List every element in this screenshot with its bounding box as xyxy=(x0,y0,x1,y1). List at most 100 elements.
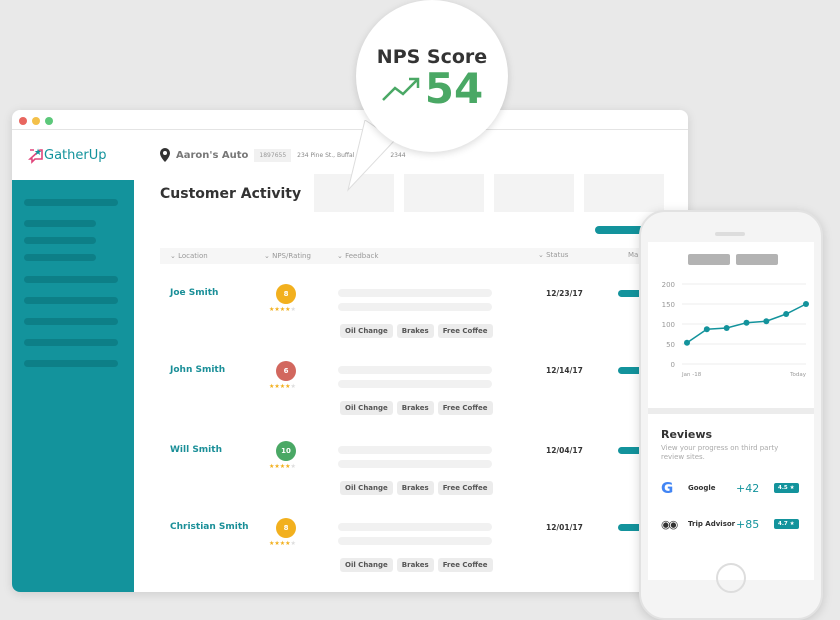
site-delta: +42 xyxy=(736,481,760,495)
column-location[interactable]: ⌄ Location xyxy=(170,252,208,260)
tag[interactable]: Oil Change xyxy=(340,558,393,572)
feedback-line xyxy=(338,537,492,545)
column-status[interactable]: ⌄ Status xyxy=(538,251,568,259)
site-rating: 4.5 ★ xyxy=(774,483,799,493)
maximize-button[interactable] xyxy=(45,117,53,125)
data-point xyxy=(703,326,710,333)
x-label-end: Today xyxy=(789,372,807,378)
tag[interactable]: Free Coffee xyxy=(437,558,493,572)
review-site-tripadvisor[interactable]: ◉◉ Trip Advisor +85 4.7 ★ xyxy=(661,512,806,536)
feedback-line xyxy=(338,289,492,297)
sidebar-item[interactable] xyxy=(24,199,118,206)
stat-card xyxy=(584,174,664,212)
star-rating: ★★★★★ xyxy=(269,306,296,313)
data-point xyxy=(803,301,809,307)
table-row[interactable]: Will Smith 10 ★★★★★ Oil Change Brakes Free… xyxy=(160,439,688,499)
column-nps[interactable]: ⌄ NPS/Rating xyxy=(264,252,311,260)
logo-text: GatherUp xyxy=(44,147,107,163)
home-button[interactable] xyxy=(716,563,746,593)
review-site-google[interactable]: G Google +42 4.5 ★ xyxy=(661,476,806,500)
feedback-tags: Oil Change Brakes Free Coffee xyxy=(340,395,497,415)
reviews-subtitle: View your progress on third party review… xyxy=(661,444,779,461)
status-date: 12/23/17 xyxy=(546,289,583,298)
star-rating: ★★★★★ xyxy=(269,383,296,390)
business-id: 1897655 xyxy=(254,148,292,162)
customer-name[interactable]: Will Smith xyxy=(170,445,222,455)
tag[interactable]: Oil Change xyxy=(340,401,393,415)
tag[interactable]: Brakes xyxy=(396,401,434,415)
star-rating: ★★★★★ xyxy=(269,463,296,470)
y-tick-label: 50 xyxy=(666,341,675,349)
feedback-line xyxy=(338,446,492,454)
placeholder-tab[interactable] xyxy=(688,254,730,265)
chart-card: 0 50 100 150 200 Jan -18 Today xyxy=(648,242,814,408)
tag[interactable]: Brakes xyxy=(396,324,434,338)
logo[interactable]: ★ GatherUp xyxy=(28,146,107,164)
placeholder-tab[interactable] xyxy=(736,254,778,265)
chat-star-icon: ★ xyxy=(28,148,43,164)
data-point xyxy=(723,325,730,331)
sidebar-item[interactable] xyxy=(24,297,118,304)
reviews-card: Reviews View your progress on third part… xyxy=(648,414,814,580)
status-date: 12/04/17 xyxy=(546,446,583,455)
status-date: 12/01/17 xyxy=(546,523,583,532)
table-header: ⌄ Location ⌄ NPS/Rating ⌄ Feedback ⌄ Sta… xyxy=(160,248,688,264)
sidebar-item[interactable] xyxy=(24,318,118,325)
y-tick-label: 100 xyxy=(662,321,675,329)
feedback-tags: Oil Change Brakes Free Coffee xyxy=(340,552,497,572)
site-name: Trip Advisor xyxy=(688,520,736,528)
sidebar-item[interactable] xyxy=(24,276,118,283)
column-feedback[interactable]: ⌄ Feedback xyxy=(337,252,378,260)
sidebar-item[interactable] xyxy=(24,339,118,346)
data-point xyxy=(743,319,750,326)
google-icon: G xyxy=(661,479,674,497)
customer-name[interactable]: John Smith xyxy=(170,365,225,375)
map-pin-icon xyxy=(160,148,170,162)
feedback-line xyxy=(338,303,492,311)
close-button[interactable] xyxy=(19,117,27,125)
nps-badge: 10 xyxy=(276,441,296,461)
customer-name[interactable]: Joe Smith xyxy=(170,288,218,298)
table-row[interactable]: John Smith 6 ★★★★★ Oil Change Brakes Free … xyxy=(160,359,688,419)
site-delta: +85 xyxy=(736,517,760,531)
tag[interactable]: Oil Change xyxy=(340,481,393,495)
customer-name[interactable]: Christian Smith xyxy=(170,522,249,532)
column-more[interactable]: Ma xyxy=(628,251,638,259)
tag[interactable]: Oil Change xyxy=(340,324,393,338)
nps-badge: 8 xyxy=(276,284,296,304)
feedback-line xyxy=(338,366,492,374)
data-point xyxy=(763,318,770,325)
stat-card xyxy=(494,174,574,212)
y-tick-label: 200 xyxy=(662,281,675,289)
phone-mockup: 0 50 100 150 200 Jan -18 Today Reviews View yo… xyxy=(639,210,823,620)
sidebar-item[interactable] xyxy=(24,237,96,244)
speaker xyxy=(715,232,745,236)
tag[interactable]: Free Coffee xyxy=(437,481,493,495)
nps-badge: 8 xyxy=(276,518,296,538)
feedback-line xyxy=(338,523,492,531)
site-name: Google xyxy=(688,484,716,492)
tag[interactable]: Free Coffee xyxy=(437,324,493,338)
data-point xyxy=(783,311,790,317)
nps-line-chart: 0 50 100 150 200 Jan -18 Today xyxy=(662,281,809,378)
x-label-start: Jan -18 xyxy=(681,372,702,378)
page-title: Customer Activity xyxy=(160,186,302,202)
y-tick-label: 0 xyxy=(671,361,675,369)
sidebar-item[interactable] xyxy=(24,220,96,227)
y-tick-label: 150 xyxy=(662,301,675,309)
sidebar-item[interactable] xyxy=(24,254,96,261)
tag[interactable]: Brakes xyxy=(396,481,434,495)
svg-text:★: ★ xyxy=(34,148,42,158)
table-row[interactable]: Joe Smith 8 ★★★★★ Oil Change Brakes Free C… xyxy=(160,282,688,342)
feedback-tags: Oil Change Brakes Free Coffee xyxy=(340,318,497,338)
status-date: 12/14/17 xyxy=(546,366,583,375)
trending-up-icon xyxy=(381,77,420,101)
table-row[interactable]: Christian Smith 8 ★★★★★ Oil Change Brakes… xyxy=(160,516,688,576)
tripadvisor-icon: ◉◉ xyxy=(661,517,678,531)
minimize-button[interactable] xyxy=(32,117,40,125)
tag[interactable]: Brakes xyxy=(396,558,434,572)
tag[interactable]: Free Coffee xyxy=(437,401,493,415)
data-point xyxy=(684,339,690,346)
feedback-line xyxy=(338,380,492,388)
sidebar-item[interactable] xyxy=(24,360,118,367)
